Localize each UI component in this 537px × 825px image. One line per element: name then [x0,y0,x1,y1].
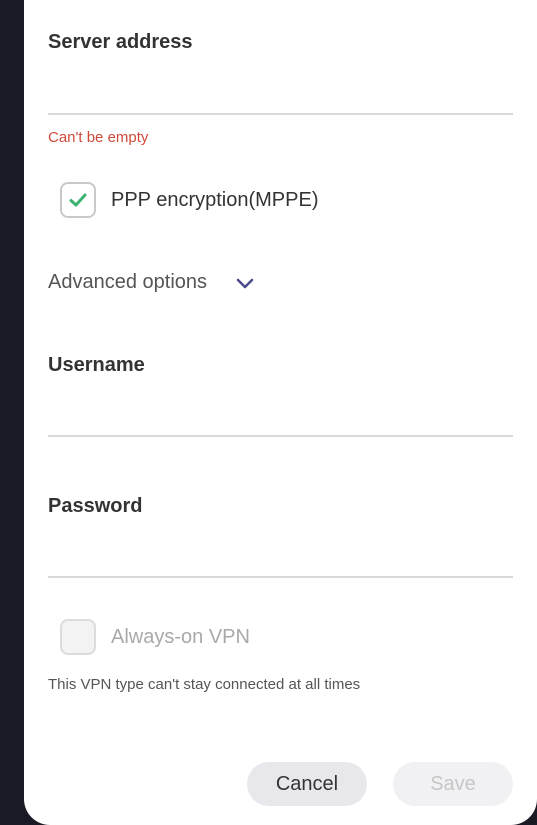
ppp-encryption-checkbox-row[interactable]: PPP encryption(MPPE) [60,182,319,218]
server-address-error: Can't be empty [48,129,149,146]
ppp-encryption-label: PPP encryption(MPPE) [111,188,319,211]
always-on-vpn-label: Always-on VPN [111,625,250,648]
cancel-button[interactable]: Cancel [247,762,367,806]
save-button[interactable]: Save [393,762,513,806]
username-label: Username [48,354,145,376]
always-on-vpn-hint: This VPN type can't stay connected at al… [48,676,361,693]
ppp-encryption-checkbox[interactable] [60,182,96,218]
password-input[interactable] [48,536,513,578]
username-input[interactable] [48,395,513,437]
checkmark-icon [69,193,87,207]
chevron-down-icon [235,276,255,290]
advanced-options-label: Advanced options [48,271,208,293]
always-on-vpn-checkbox-row[interactable]: Always-on VPN [60,619,250,655]
advanced-options-toggle[interactable]: Advanced options [48,271,255,294]
server-address-label: Server address [48,31,193,53]
always-on-vpn-checkbox[interactable] [60,619,96,655]
server-address-input[interactable] [48,73,513,115]
vpn-profile-dialog: Server address Can't be empty PPP encryp… [24,0,537,825]
password-label: Password [48,495,143,517]
